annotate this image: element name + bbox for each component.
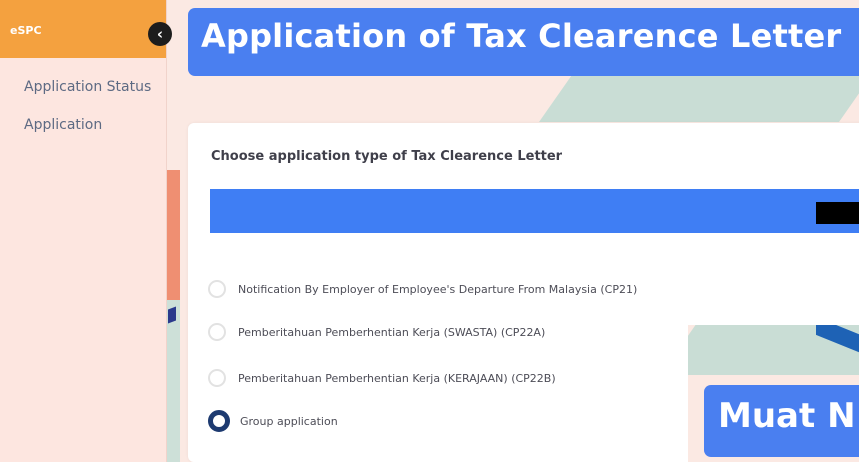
redaction-block — [816, 202, 859, 224]
sidebar-collapse-button[interactable]: ‹ — [148, 22, 172, 46]
sidebar-item-application[interactable]: Application — [0, 114, 166, 137]
upload-button[interactable]: Muat N — [704, 385, 859, 457]
card-prompt: Choose application type of Tax Clearence… — [211, 149, 563, 164]
upload-button-label: Muat N — [718, 396, 856, 436]
sidebar: eSPC Application Status Application — [0, 0, 167, 462]
decorative-shape — [168, 306, 176, 324]
option-label: Pemberitahuan Pemberhentian Kerja (KERAJ… — [238, 371, 556, 385]
option-cp22a[interactable]: Pemberitahuan Pemberhentian Kerja (SWAST… — [208, 317, 545, 347]
radio-button[interactable] — [208, 323, 226, 341]
decorative-shape — [166, 300, 180, 462]
option-cp21[interactable]: Notification By Employer of Employee's D… — [208, 274, 637, 304]
page-title-banner: Application of Tax Clearence Letter — [188, 8, 859, 76]
sidebar-item-application-status[interactable]: Application Status — [0, 76, 166, 99]
decorative-shape — [166, 170, 180, 300]
option-label: Notification By Employer of Employee's D… — [238, 282, 638, 296]
option-label: Group application — [240, 414, 338, 428]
option-group-application[interactable]: Group application — [208, 406, 338, 436]
option-cp22b[interactable]: Pemberitahuan Pemberhentian Kerja (KERAJ… — [208, 363, 556, 393]
chevron-left-icon: ‹ — [156, 25, 164, 43]
radio-button-selected[interactable] — [208, 410, 230, 432]
overlay-panel: Muat N — [688, 325, 859, 462]
radio-button[interactable] — [208, 280, 226, 298]
option-label: Pemberitahuan Pemberhentian Kerja (SWAST… — [238, 325, 546, 339]
selection-bar — [210, 189, 859, 233]
sidebar-header[interactable]: eSPC — [0, 0, 166, 58]
radio-button[interactable] — [208, 369, 226, 387]
page-title: Application of Tax Clearence Letter — [201, 17, 842, 55]
